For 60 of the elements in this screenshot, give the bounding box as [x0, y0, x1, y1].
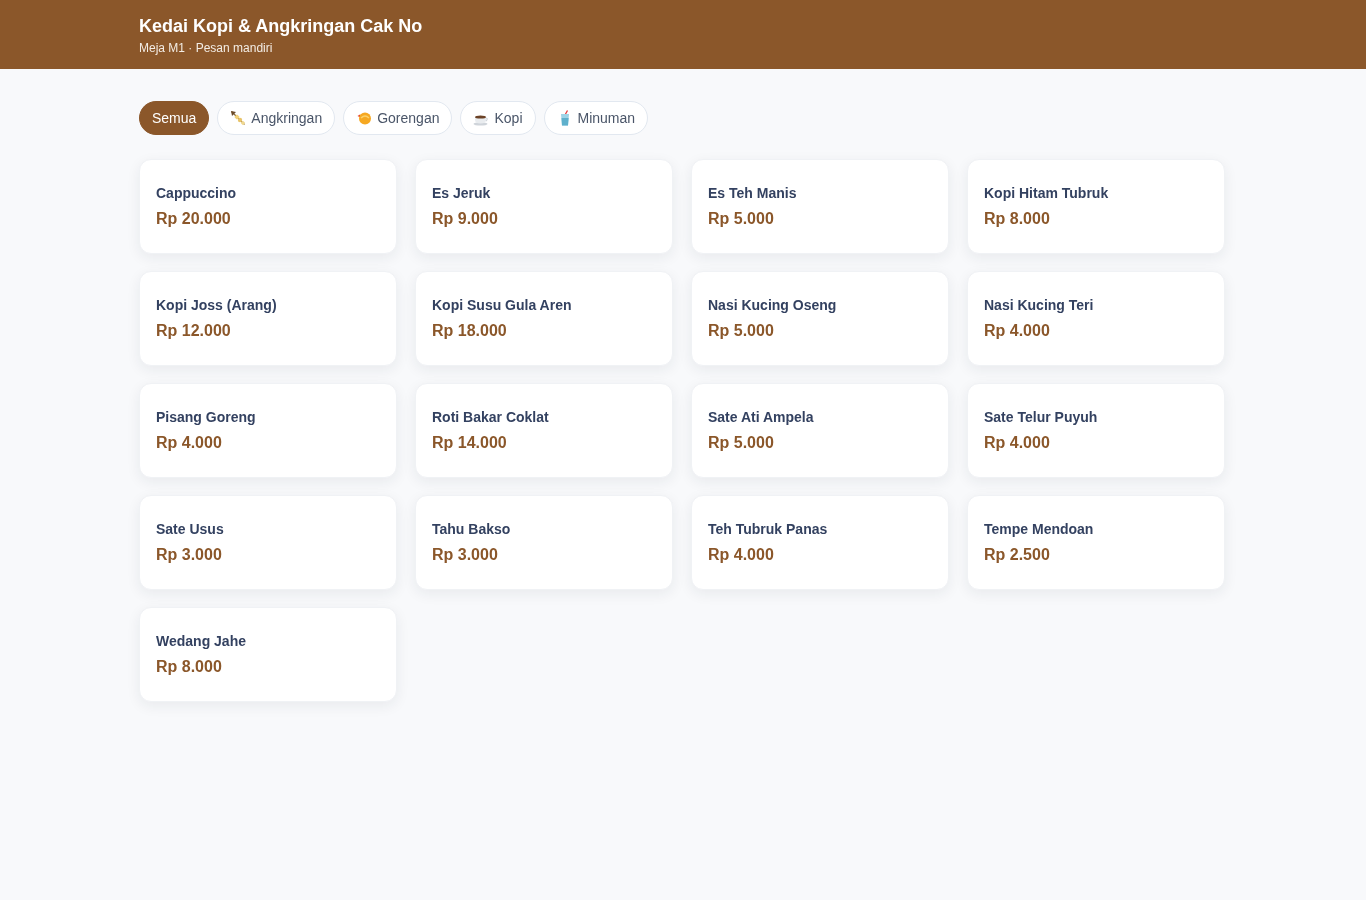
- item-name: Kopi Hitam Tubruk: [984, 185, 1110, 202]
- item-name: Tempe Mendoan: [984, 521, 1095, 538]
- item-price: Rp 18.000: [432, 321, 508, 341]
- menu-card[interactable]: Kopi Joss (Arang) Rp 12.000: [139, 271, 397, 366]
- item-price: Rp 8.000: [156, 657, 223, 677]
- item-price: Rp 4.000: [708, 545, 775, 565]
- category-tab[interactable]: Kopi: [460, 101, 536, 135]
- menu-card[interactable]: Roti Bakar Coklat Rp 14.000: [415, 383, 673, 478]
- fried-shrimp-icon: [356, 110, 373, 126]
- menu-card[interactable]: Es Teh Manis Rp 5.000: [691, 159, 949, 254]
- menu-card[interactable]: Kopi Susu Gula Aren Rp 18.000: [415, 271, 673, 366]
- item-name: Wedang Jahe: [156, 633, 247, 650]
- item-price: Rp 2.500: [984, 545, 1051, 565]
- menu-card[interactable]: Pisang Goreng Rp 4.000: [139, 383, 397, 478]
- item-price: Rp 5.000: [708, 433, 775, 453]
- item-price: Rp 12.000: [156, 321, 232, 341]
- menu-card[interactable]: Sate Ati Ampela Rp 5.000: [691, 383, 949, 478]
- item-price: Rp 20.000: [156, 209, 232, 229]
- shop-title: Kedai Kopi & Angkringan Cak No: [139, 15, 424, 37]
- menu-card[interactable]: Nasi Kucing Oseng Rp 5.000: [691, 271, 949, 366]
- category-tab[interactable]: Angkringan: [217, 101, 336, 135]
- item-name: Pisang Goreng: [156, 409, 257, 426]
- menu-card[interactable]: Wedang Jahe Rp 8.000: [139, 607, 397, 702]
- table-info: Meja M1 · Pesan mandiri: [139, 40, 274, 56]
- item-price: Rp 4.000: [984, 321, 1051, 341]
- menu-card[interactable]: Tahu Bakso Rp 3.000: [415, 495, 673, 590]
- menu-card[interactable]: Sate Telur Puyuh Rp 4.000: [967, 383, 1225, 478]
- item-price: Rp 4.000: [156, 433, 223, 453]
- item-name: Roti Bakar Coklat: [432, 409, 550, 426]
- skewer-icon: [230, 110, 247, 126]
- item-name: Es Jeruk: [432, 185, 492, 202]
- item-name: Es Teh Manis: [708, 185, 798, 202]
- menu-card[interactable]: Tempe Mendoan Rp 2.500: [967, 495, 1225, 590]
- item-price: Rp 5.000: [708, 321, 775, 341]
- menu-card[interactable]: Es Jeruk Rp 9.000: [415, 159, 673, 254]
- item-price: Rp 5.000: [708, 209, 775, 229]
- menu-card[interactable]: Teh Tubruk Panas Rp 4.000: [691, 495, 949, 590]
- item-price: Rp 4.000: [984, 433, 1051, 453]
- category-tab[interactable]: Minuman: [543, 101, 649, 135]
- category-tab[interactable]: Semua: [139, 101, 210, 135]
- item-name: Sate Ati Ampela: [708, 409, 815, 426]
- item-name: Tahu Bakso: [432, 521, 512, 538]
- item-price: Rp 3.000: [156, 545, 223, 565]
- item-name: Kopi Joss (Arang): [156, 297, 278, 314]
- menu-card[interactable]: Kopi Hitam Tubruk Rp 8.000: [967, 159, 1225, 254]
- item-name: Nasi Kucing Teri: [984, 297, 1095, 314]
- item-name: Cappuccino: [156, 185, 238, 202]
- item-price: Rp 8.000: [984, 209, 1051, 229]
- category-tab[interactable]: Gorengan: [343, 101, 453, 135]
- item-name: Kopi Susu Gula Aren: [432, 297, 573, 314]
- item-price: Rp 3.000: [432, 545, 499, 565]
- item-name: Sate Usus: [156, 521, 225, 538]
- menu-card[interactable]: Nasi Kucing Teri Rp 4.000: [967, 271, 1225, 366]
- item-price: Rp 14.000: [432, 433, 508, 453]
- item-name: Nasi Kucing Oseng: [708, 297, 838, 314]
- menu-card[interactable]: Cappuccino Rp 20.000: [139, 159, 397, 254]
- menu-card[interactable]: Sate Usus Rp 3.000: [139, 495, 397, 590]
- item-price: Rp 9.000: [432, 209, 499, 229]
- item-name: Teh Tubruk Panas: [708, 521, 829, 538]
- item-name: Sate Telur Puyuh: [984, 409, 1099, 426]
